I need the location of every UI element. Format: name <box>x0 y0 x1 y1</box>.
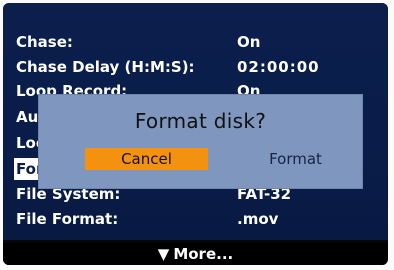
menu-item-file-format[interactable]: File Format: .mov <box>16 208 376 230</box>
menu-item-value: 02:00:00 <box>237 58 320 76</box>
format-disk-dialog: Format disk? Cancel Format <box>38 94 363 189</box>
more-label: More... <box>173 245 234 263</box>
menu-item-label: Chase: <box>16 33 73 51</box>
down-triangle-icon: ▼ <box>157 245 170 263</box>
device-bezel: Chase: On Chase Delay (H:M:S): 02:00:00 … <box>0 0 394 270</box>
camera-screen: Chase: On Chase Delay (H:M:S): 02:00:00 … <box>3 3 388 265</box>
menu-item-label: Chase Delay (H:M:S): <box>16 58 195 76</box>
cancel-button[interactable]: Cancel <box>85 148 208 170</box>
menu-item-chase-delay[interactable]: Chase Delay (H:M:S): 02:00:00 <box>16 56 376 78</box>
menu-item-value: On <box>237 33 261 51</box>
menu-item-chase[interactable]: Chase: On <box>16 31 376 53</box>
dialog-title: Format disk? <box>134 109 267 133</box>
more-button[interactable]: ▼ More... <box>3 243 388 265</box>
menu-item-label: File Format: <box>16 210 119 228</box>
format-button[interactable]: Format <box>234 148 357 170</box>
menu-item-value: .mov <box>237 210 279 228</box>
